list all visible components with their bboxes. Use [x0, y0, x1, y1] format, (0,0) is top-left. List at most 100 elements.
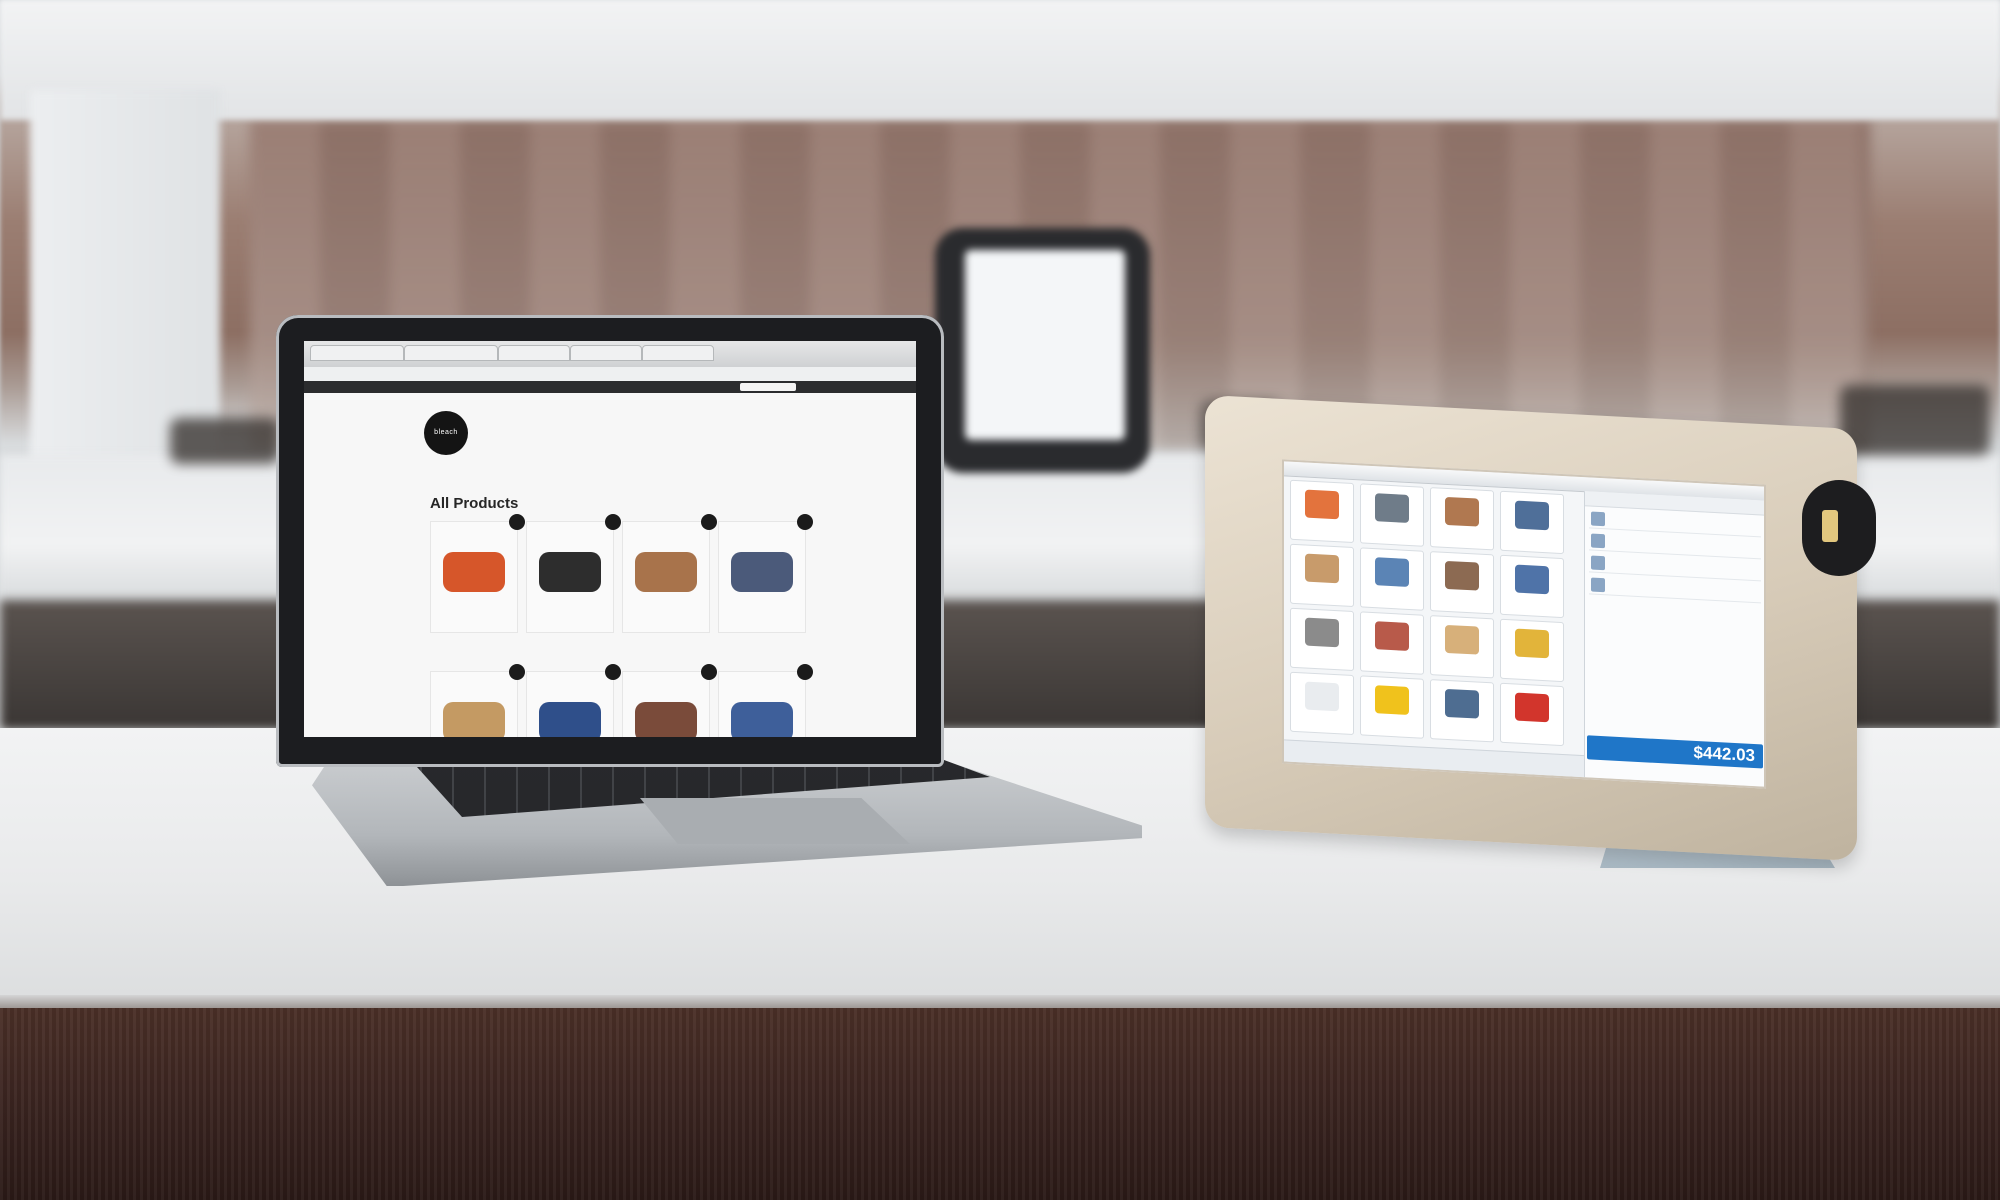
- pos-product-image: [1375, 557, 1409, 587]
- pos-product-image: [1375, 493, 1409, 523]
- pos-line-thumbnail: [1591, 577, 1605, 593]
- page-title: All Products: [430, 495, 519, 512]
- pos-line-thumbnail: [1591, 511, 1605, 527]
- pos-product-image: [1515, 628, 1549, 659]
- product-badge: [605, 664, 621, 680]
- product-card[interactable]: [430, 514, 525, 633]
- pos-product-image: [1515, 500, 1549, 531]
- product-image[interactable]: [539, 552, 601, 592]
- pos-order-panel: $442.03: [1584, 491, 1765, 787]
- site-search-input[interactable]: [740, 383, 796, 391]
- shelf-object: [1840, 385, 1990, 455]
- product-card[interactable]: [622, 664, 717, 737]
- pos-product-tile[interactable]: [1500, 490, 1564, 555]
- pos-product-tile[interactable]: [1500, 682, 1564, 747]
- pos-product-label: [1364, 721, 1420, 724]
- laptop-screen: bleach All Products: [304, 341, 916, 737]
- pos-product-label: [1504, 664, 1560, 667]
- product-card[interactable]: [430, 664, 525, 737]
- pos-product-image: [1445, 624, 1479, 655]
- product-card[interactable]: [718, 514, 813, 633]
- pos-product-tile[interactable]: [1360, 611, 1424, 675]
- product-badge: [605, 514, 621, 530]
- pos-product-image: [1305, 681, 1339, 712]
- pos-product-tile[interactable]: [1500, 618, 1564, 683]
- shelf-top: [0, 0, 2000, 120]
- product-card[interactable]: [718, 664, 813, 737]
- laptop-lid: bleach All Products: [276, 315, 944, 767]
- card-reader: [1802, 480, 1876, 576]
- product-image[interactable]: [443, 552, 505, 592]
- pos-product-tile[interactable]: [1360, 675, 1424, 739]
- pos-product-label: [1434, 724, 1490, 727]
- store-logo[interactable]: bleach: [424, 411, 468, 455]
- browser-tab[interactable]: [642, 345, 714, 361]
- pos-product-label: [1294, 589, 1350, 592]
- product-image[interactable]: [731, 702, 793, 737]
- pos-product-tile[interactable]: [1430, 615, 1494, 679]
- pos-product-image: [1515, 692, 1549, 723]
- background-tablet-screen: [965, 250, 1125, 440]
- pos-product-tile[interactable]: [1360, 483, 1424, 547]
- product-image[interactable]: [635, 552, 697, 592]
- pos-screen: $442.03: [1282, 459, 1766, 789]
- product-badge: [509, 514, 525, 530]
- product-image[interactable]: [443, 702, 505, 737]
- pos-product-grid: [1290, 479, 1580, 755]
- address-bar[interactable]: [304, 367, 916, 382]
- pos-product-label: [1504, 536, 1560, 539]
- pos-product-image: [1305, 553, 1339, 584]
- pos-line-thumbnail: [1591, 555, 1605, 571]
- pos-product-image: [1375, 621, 1409, 651]
- pos-product-label: [1364, 529, 1420, 532]
- pos-product-tile[interactable]: [1360, 547, 1424, 611]
- background-tablet: [935, 228, 1150, 473]
- pos-product-tile[interactable]: [1290, 607, 1354, 672]
- browser-tab[interactable]: [498, 345, 570, 361]
- counter-front: [0, 1008, 2000, 1200]
- pos-product-tile[interactable]: [1430, 487, 1494, 551]
- pos-product-label: [1294, 653, 1350, 656]
- pos-product-image: [1445, 560, 1479, 591]
- site-top-nav: [304, 381, 916, 393]
- product-image[interactable]: [539, 702, 601, 737]
- pos-product-label: [1364, 657, 1420, 660]
- product-badge: [797, 664, 813, 680]
- pos-product-tile[interactable]: [1290, 543, 1354, 608]
- pos-line-thumbnail: [1591, 533, 1605, 549]
- pos-product-label: [1504, 728, 1560, 731]
- product-image[interactable]: [731, 552, 793, 592]
- pos-product-tile[interactable]: [1290, 671, 1354, 736]
- browser-tab[interactable]: [310, 345, 404, 361]
- shelf-object: [170, 418, 280, 464]
- pos-product-tile[interactable]: [1430, 679, 1494, 743]
- product-image[interactable]: [635, 702, 697, 737]
- pos-product-label: [1504, 600, 1560, 603]
- pos-product-image: [1515, 564, 1549, 595]
- browser-tab[interactable]: [570, 345, 642, 361]
- product-card[interactable]: [526, 514, 621, 633]
- pos-product-image: [1445, 496, 1479, 527]
- product-card[interactable]: [526, 664, 621, 737]
- pos-product-label: [1434, 660, 1490, 663]
- counter-edge: [0, 995, 2000, 1009]
- pos-product-label: [1294, 717, 1350, 720]
- pos-product-image: [1445, 688, 1479, 719]
- product-card[interactable]: [622, 514, 717, 633]
- charge-button[interactable]: $442.03: [1587, 735, 1763, 769]
- product-badge: [509, 664, 525, 680]
- charge-amount: $442.03: [1693, 742, 1755, 766]
- pos-product-tile[interactable]: [1290, 479, 1354, 544]
- pos-product-image: [1305, 489, 1339, 520]
- pos-product-label: [1294, 525, 1350, 528]
- pos-product-tile[interactable]: [1500, 554, 1564, 619]
- browser-tab-bar: [304, 341, 916, 368]
- pos-product-image: [1305, 617, 1339, 648]
- pos-product-tile[interactable]: [1430, 551, 1494, 615]
- browser-tab[interactable]: [404, 345, 498, 361]
- pos-product-label: [1364, 593, 1420, 596]
- pos-product-label: [1434, 532, 1490, 535]
- photo-scene: bleach All Products $442.03: [0, 0, 2000, 1200]
- pos-product-image: [1375, 685, 1409, 715]
- product-badge: [701, 514, 717, 530]
